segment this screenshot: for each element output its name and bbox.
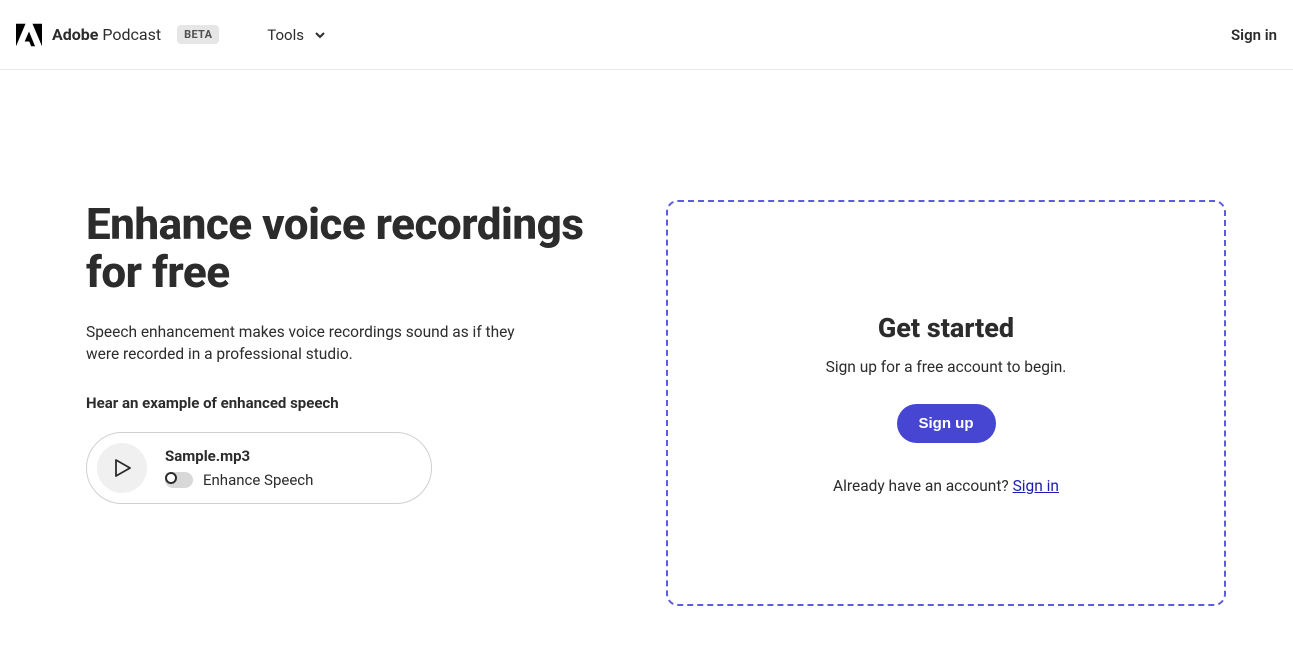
beta-badge: BETA [177, 25, 219, 44]
tools-label: Tools [267, 26, 304, 44]
sample-player: Sample.mp3 Enhance Speech [86, 432, 432, 504]
sample-filename: Sample.mp3 [165, 447, 313, 465]
brand-text: Adobe Podcast [52, 25, 161, 44]
signin-link[interactable]: Sign in [1231, 26, 1277, 44]
toggle-knob-icon [165, 472, 177, 484]
page-subtext: Speech enhancement makes voice recording… [86, 321, 536, 366]
get-started-dropzone[interactable]: Get started Sign up for a free account t… [666, 200, 1226, 606]
adobe-logo-icon [16, 23, 42, 47]
dropzone-column: Get started Sign up for a free account t… [666, 200, 1226, 606]
tools-menu[interactable]: Tools [259, 20, 334, 50]
already-have-account: Already have an account? Sign in [833, 477, 1059, 495]
play-button[interactable] [97, 443, 147, 493]
enhance-toggle-row: Enhance Speech [165, 471, 313, 489]
header-left: Adobe Podcast BETA Tools [16, 20, 334, 50]
player-info: Sample.mp3 Enhance Speech [165, 447, 313, 489]
hero-column: Enhance voice recordings for free Speech… [86, 200, 606, 606]
signup-button[interactable]: Sign up [897, 404, 996, 443]
dropzone-subtitle: Sign up for a free account to begin. [826, 358, 1067, 376]
main-content: Enhance voice recordings for free Speech… [0, 70, 1293, 646]
brand-light: Podcast [98, 25, 161, 44]
chevron-down-icon [314, 29, 326, 41]
page-title: Enhance voice recordings for free [86, 200, 606, 297]
example-label: Hear an example of enhanced speech [86, 394, 606, 412]
brand-bold: Adobe [52, 25, 98, 44]
play-icon [114, 459, 132, 477]
dropzone-title: Get started [878, 312, 1014, 344]
brand-logo-block[interactable]: Adobe Podcast BETA [16, 23, 219, 47]
already-prefix: Already have an account? [833, 477, 1013, 495]
header: Adobe Podcast BETA Tools Sign in [0, 0, 1293, 70]
signin-inline-link[interactable]: Sign in [1013, 477, 1059, 495]
enhance-toggle-label: Enhance Speech [203, 471, 313, 489]
enhance-toggle[interactable] [165, 472, 193, 488]
